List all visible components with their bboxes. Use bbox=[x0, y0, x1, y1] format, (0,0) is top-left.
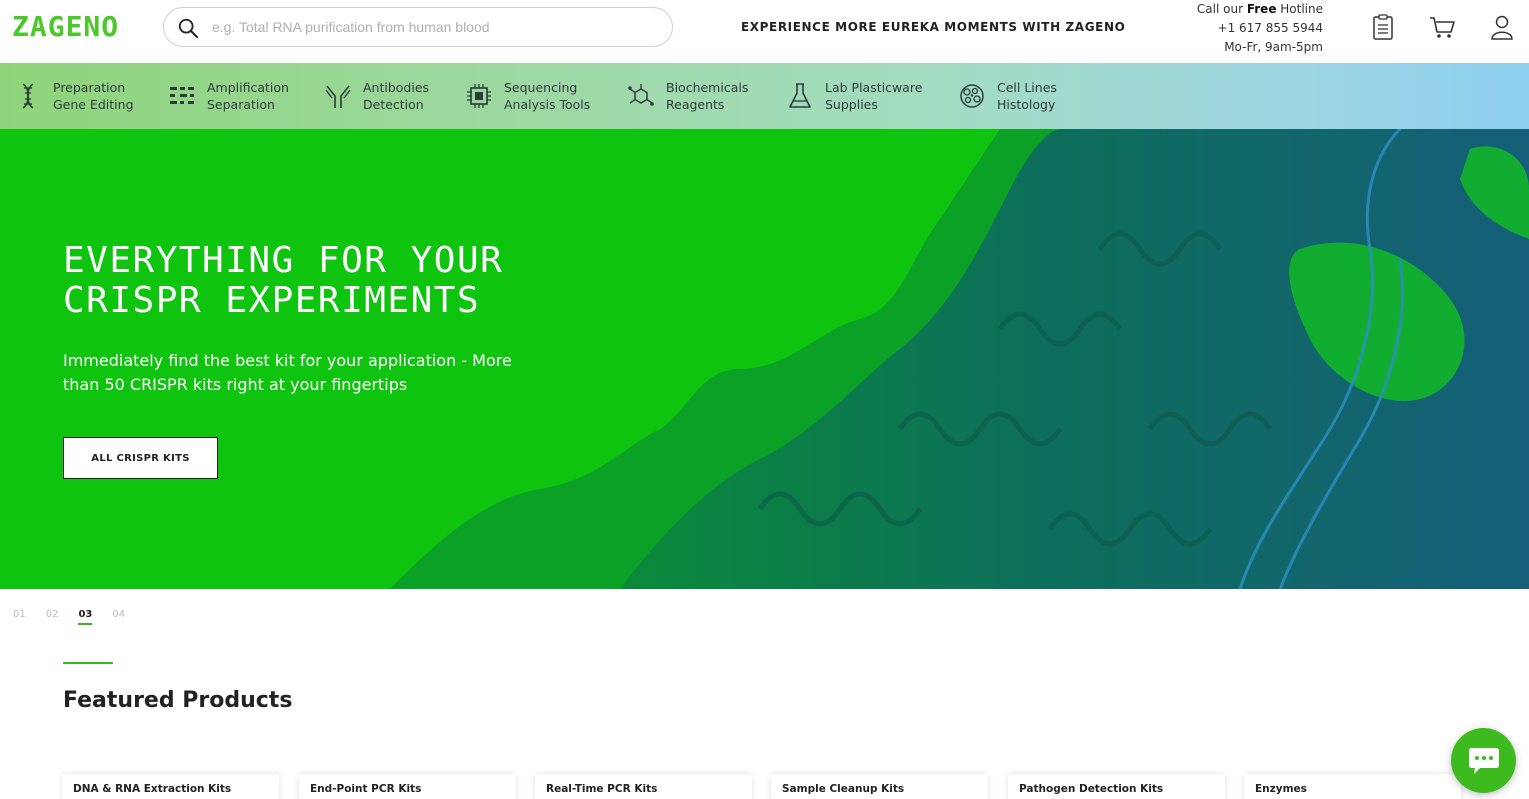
gel-bands-icon bbox=[170, 87, 194, 104]
category-line2: Analysis Tools bbox=[504, 97, 591, 112]
hotline-info: Call our Free Hotline +1 617 855 5944 Mo… bbox=[1197, 0, 1323, 57]
category-preparation[interactable]: Preparation Gene Editing bbox=[14, 63, 134, 129]
product-card-title: Sample Cleanup Kits bbox=[782, 783, 905, 795]
category-line1: Amplification bbox=[207, 80, 289, 95]
product-card-title: Enzymes bbox=[1255, 783, 1307, 795]
section-divider bbox=[63, 662, 113, 664]
flask-icon bbox=[789, 83, 811, 108]
dna-icon bbox=[22, 83, 34, 109]
category-line2: Reagents bbox=[666, 97, 725, 112]
chip-icon bbox=[467, 84, 491, 108]
user-icon[interactable] bbox=[1489, 14, 1515, 40]
category-line1: Antibodies bbox=[363, 80, 430, 95]
product-card[interactable]: Real-Time PCR Kits bbox=[535, 774, 752, 799]
product-card[interactable]: Sample Cleanup Kits bbox=[771, 774, 988, 799]
category-line2: Separation bbox=[207, 97, 275, 112]
product-card[interactable]: DNA & RNA Extraction Kits bbox=[62, 774, 279, 799]
header-tagline: EXPERIENCE MORE EUREKA MOMENTS WITH ZAGE… bbox=[741, 20, 1126, 34]
hero-title: EVERYTHING FOR YOUR CRISPR EXPERIMENTS bbox=[63, 241, 503, 321]
chat-button[interactable] bbox=[1451, 728, 1516, 793]
slide-indicators: 01 02 03 04 bbox=[13, 609, 145, 625]
category-line2: Detection bbox=[363, 97, 424, 112]
product-card-title: Pathogen Detection Kits bbox=[1019, 783, 1164, 795]
slide-indicator[interactable]: 01 bbox=[13, 609, 26, 625]
zageno-logo[interactable]: ZAGENO bbox=[12, 10, 119, 43]
hero-title-line1: EVERYTHING FOR YOUR bbox=[63, 240, 504, 281]
category-line1: Sequencing bbox=[504, 80, 578, 95]
clipboard-icon[interactable] bbox=[1370, 14, 1396, 40]
site-header: ZAGENO EXPERIENCE MORE EUREKA MOMENTS WI… bbox=[0, 0, 1529, 63]
chat-icon bbox=[1469, 748, 1499, 774]
search-icon[interactable] bbox=[177, 17, 199, 39]
category-antibodies[interactable]: Antibodies Detection bbox=[324, 63, 429, 129]
product-card-title: Real-Time PCR Kits bbox=[546, 783, 658, 795]
product-card-title: DNA & RNA Extraction Kits bbox=[73, 783, 232, 795]
hotline-prefix: Call our bbox=[1196, 2, 1247, 16]
molecule-icon bbox=[628, 84, 654, 106]
category-biochemicals[interactable]: Biochemicals Reagents bbox=[627, 63, 748, 129]
category-sequencing[interactable]: Sequencing Analysis Tools bbox=[465, 63, 590, 129]
cells-icon bbox=[960, 84, 984, 108]
product-card[interactable]: Pathogen Detection Kits bbox=[1008, 774, 1225, 799]
hotline-phone[interactable]: +1 617 855 5944 bbox=[1197, 19, 1323, 38]
hotline-hours: Mo-Fr, 9am-5pm bbox=[1224, 40, 1323, 54]
category-line2: Gene Editing bbox=[53, 97, 134, 112]
search-input[interactable] bbox=[212, 14, 652, 40]
category-line1: Preparation bbox=[53, 80, 126, 95]
hotline-suffix: Hotline bbox=[1276, 2, 1323, 16]
category-nav: Preparation Gene Editing Amplification Sep… bbox=[0, 63, 1529, 129]
category-line1: Cell Lines bbox=[997, 80, 1057, 95]
cart-icon[interactable] bbox=[1429, 14, 1455, 40]
hotline-free: Free bbox=[1246, 2, 1277, 16]
slide-indicator[interactable]: 04 bbox=[112, 609, 125, 625]
category-plasticware[interactable]: Lab Plasticware Supplies bbox=[786, 63, 922, 129]
all-crispr-kits-button[interactable]: ALL CRISPR KITS bbox=[63, 437, 218, 479]
antibody-icon bbox=[325, 85, 351, 108]
featured-products-title: Featured Products bbox=[63, 688, 293, 713]
slide-indicator[interactable]: 02 bbox=[46, 609, 59, 625]
category-line2: Supplies bbox=[825, 97, 878, 112]
hero-banner: EVERYTHING FOR YOUR CRISPR EXPERIMENTS I… bbox=[0, 129, 1529, 589]
hero-title-line2: CRISPR EXPERIMENTS bbox=[63, 280, 481, 321]
product-card-title: End-Point PCR Kits bbox=[310, 783, 422, 795]
product-card[interactable]: Enzymes bbox=[1244, 774, 1461, 799]
hero-subtitle: Immediately find the best kit for your a… bbox=[63, 351, 512, 394]
category-line1: Biochemicals bbox=[666, 80, 749, 95]
category-line1: Lab Plasticware bbox=[825, 80, 923, 95]
product-card[interactable]: End-Point PCR Kits bbox=[299, 774, 516, 799]
category-line2: Histology bbox=[997, 97, 1056, 112]
slide-indicator-active[interactable]: 03 bbox=[78, 609, 93, 625]
category-cell-lines[interactable]: Cell Lines Histology bbox=[958, 63, 1057, 129]
search-bar[interactable] bbox=[163, 7, 673, 47]
category-amplification[interactable]: Amplification Separation bbox=[168, 63, 289, 129]
